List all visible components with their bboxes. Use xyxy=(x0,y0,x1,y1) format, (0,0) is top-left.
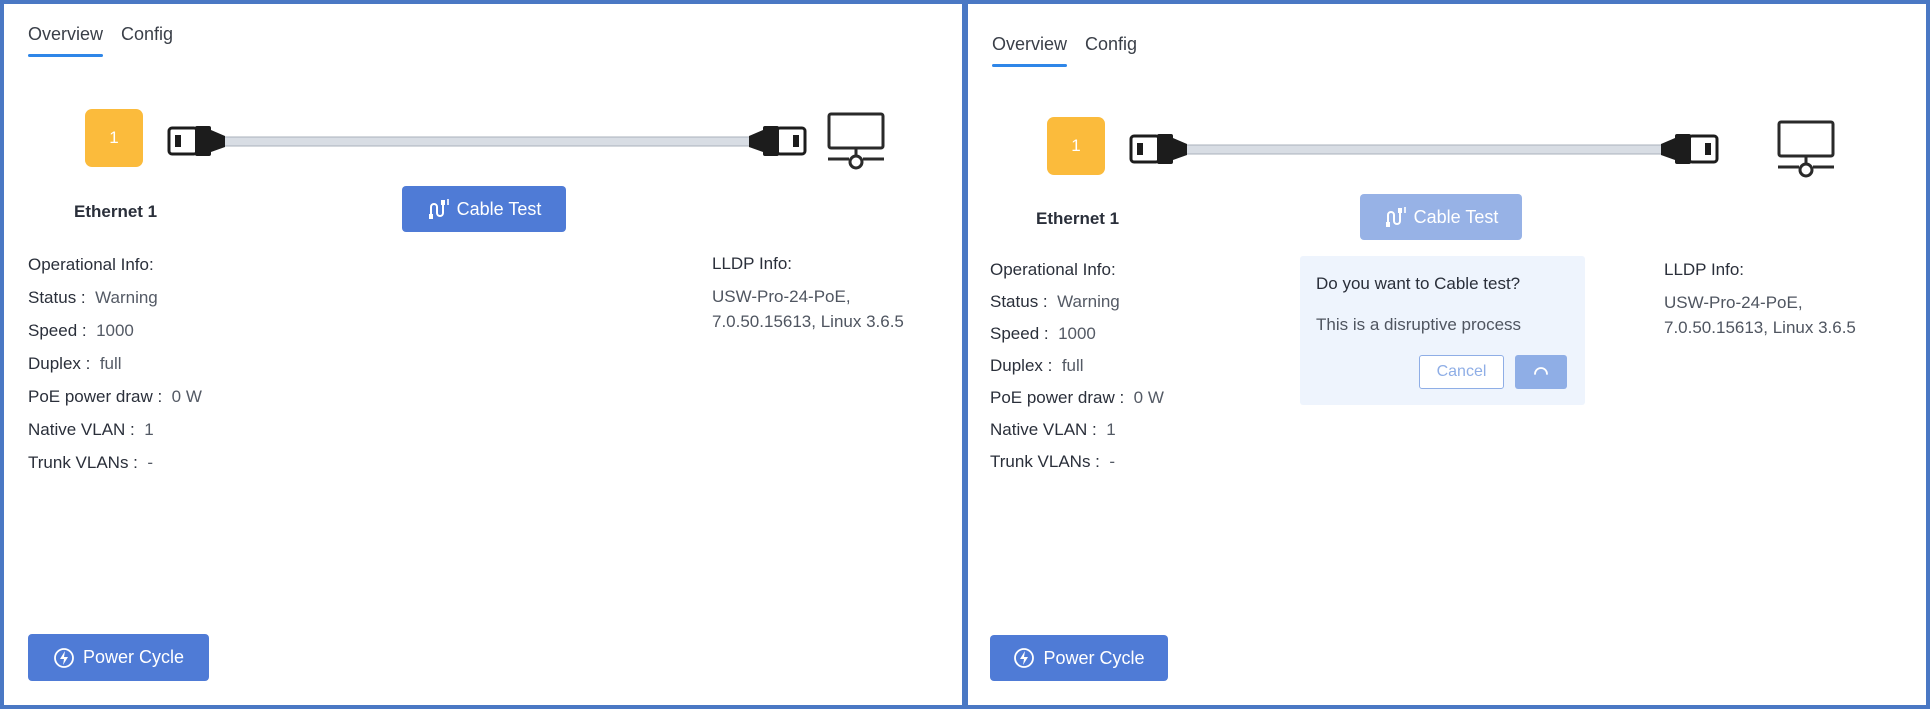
cable-test-icon xyxy=(1385,207,1406,227)
lldp-info-line: 7.0.50.15613, Linux 3.6.5 xyxy=(712,312,904,331)
info-row-native-vlan: Native VLAN : 1 xyxy=(990,414,1164,446)
info-value: 1 xyxy=(144,420,154,439)
cable-test-button[interactable]: Cable Test xyxy=(402,186,566,232)
info-label: PoE power draw : xyxy=(990,388,1125,407)
monitor-network-icon xyxy=(1777,120,1835,178)
loading-spinner-icon xyxy=(1534,367,1548,375)
tab-overview[interactable]: Overview xyxy=(28,24,104,57)
info-row-speed: Speed : 1000 xyxy=(28,314,202,347)
lldp-info-line: USW-Pro-24-PoE, xyxy=(1664,293,1803,312)
cable-test-label: Cable Test xyxy=(456,198,542,219)
info-label: Speed : xyxy=(28,321,87,340)
info-value: 0 W xyxy=(171,387,202,406)
lldp-info-heading: LLDP Info: xyxy=(712,254,793,273)
info-value: Warning xyxy=(1057,292,1120,311)
tab-config[interactable]: Config xyxy=(1085,34,1137,67)
confirm-button xyxy=(1515,355,1567,389)
cable-test-button: Cable Test xyxy=(1360,194,1522,240)
power-cycle-icon xyxy=(54,647,74,668)
port-badge: 1 xyxy=(1047,117,1105,175)
tab-config[interactable]: Config xyxy=(121,24,173,57)
info-label: Trunk VLANs : xyxy=(28,453,138,472)
cable-test-label: Cable Test xyxy=(1413,206,1499,227)
power-cycle-icon xyxy=(1014,648,1035,668)
port-name: Ethernet 1 xyxy=(1036,209,1120,228)
info-label: Duplex : xyxy=(28,354,91,373)
info-label: PoE power draw : xyxy=(28,387,163,406)
port-badge: 1 xyxy=(85,109,143,167)
info-label: Native VLAN : xyxy=(28,420,135,439)
lldp-info-line: 7.0.50.15613, Linux 3.6.5 xyxy=(1664,318,1856,337)
info-value: 0 W xyxy=(1133,388,1164,407)
power-cycle-label: Power Cycle xyxy=(82,647,185,667)
tab-overview[interactable]: Overview xyxy=(992,34,1068,67)
power-cycle-button[interactable]: Power Cycle xyxy=(28,634,209,681)
info-value: - xyxy=(1109,452,1116,471)
ethernet-cable-icon xyxy=(1129,134,1719,164)
info-row-duplex: Duplex : full xyxy=(990,350,1164,382)
operational-info: Operational Info: Status : Warning Speed… xyxy=(28,248,202,479)
info-label: Duplex : xyxy=(990,356,1053,375)
cancel-button[interactable]: Cancel xyxy=(1419,355,1504,389)
info-row-poe: PoE power draw : 0 W xyxy=(990,382,1164,414)
lldp-info: LLDP Info: USW-Pro-24-PoE, 7.0.50.15613,… xyxy=(712,254,904,334)
port-name: Ethernet 1 xyxy=(74,202,158,221)
info-value: 1000 xyxy=(1058,324,1096,343)
lldp-info: LLDP Info: USW-Pro-24-PoE, 7.0.50.15613,… xyxy=(1664,260,1856,340)
info-row-trunk-vlans: Trunk VLANs : - xyxy=(990,446,1164,478)
lldp-info-line: USW-Pro-24-PoE, xyxy=(712,287,851,306)
info-value: Warning xyxy=(95,288,158,307)
info-value: 1 xyxy=(1106,420,1116,439)
info-row-native-vlan: Native VLAN : 1 xyxy=(28,413,202,446)
lldp-info-heading: LLDP Info: xyxy=(1664,260,1745,279)
monitor-network-icon xyxy=(827,112,885,170)
operational-info-heading: Operational Info: xyxy=(990,260,1116,279)
info-row-trunk-vlans: Trunk VLANs : - xyxy=(28,446,202,479)
tab-bar: Overview Config xyxy=(992,34,1137,67)
operational-info-heading: Operational Info: xyxy=(28,255,154,274)
info-label: Speed : xyxy=(990,324,1049,343)
port-panel-cable-test-confirm: Overview Config 1 Ethernet 1 Cable Test … xyxy=(968,4,1926,705)
info-value: full xyxy=(1061,356,1084,375)
info-label: Trunk VLANs : xyxy=(990,452,1100,471)
power-cycle-button[interactable]: Power Cycle xyxy=(990,635,1168,681)
info-row-status: Status : Warning xyxy=(990,286,1164,318)
power-cycle-label: Power Cycle xyxy=(1043,647,1145,668)
confirm-question: Do you want to Cable test? xyxy=(1316,274,1521,293)
info-row-duplex: Duplex : full xyxy=(28,347,202,380)
operational-info: Operational Info: Status : Warning Speed… xyxy=(990,254,1164,478)
tab-bar: Overview Config xyxy=(28,24,173,57)
info-row-poe: PoE power draw : 0 W xyxy=(28,380,202,413)
cable-test-confirm-popover: Do you want to Cable test? This is a dis… xyxy=(1300,256,1585,405)
port-panel-default: Overview Config 1 Ethernet 1 Cable Test … xyxy=(4,4,962,705)
info-row-speed: Speed : 1000 xyxy=(990,318,1164,350)
cable-test-icon xyxy=(428,199,449,219)
info-value: full xyxy=(99,354,122,373)
info-label: Native VLAN : xyxy=(990,420,1097,439)
info-value: 1000 xyxy=(96,321,134,340)
confirm-description: This is a disruptive process xyxy=(1316,315,1522,334)
info-label: Status : xyxy=(990,292,1048,311)
info-row-status: Status : Warning xyxy=(28,281,202,314)
info-value: - xyxy=(147,453,154,472)
ethernet-cable-icon xyxy=(167,126,807,156)
info-label: Status : xyxy=(28,288,86,307)
